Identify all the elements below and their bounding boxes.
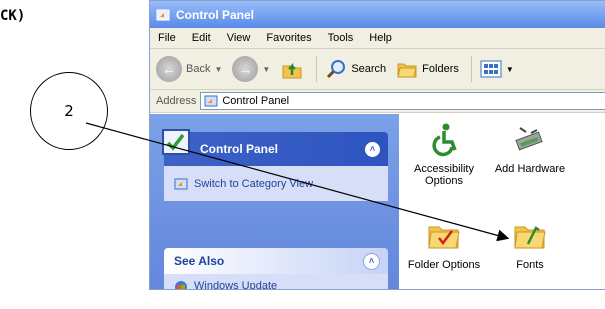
see-also-header[interactable]: See Also ˄ (164, 248, 388, 274)
address-bar: Address Control Panel (150, 90, 605, 113)
chevron-down-icon[interactable]: ▼ (262, 65, 270, 74)
chevron-down-icon[interactable]: ▼ (214, 65, 222, 74)
item-label: Fonts (516, 259, 544, 271)
window-title: Control Panel (176, 7, 255, 22)
windows-update-link[interactable]: Windows Update (164, 274, 388, 290)
toolbar: ← Back ▼ → ▼ Search Folders ▼ (150, 49, 605, 90)
forward-arrow-icon: → (232, 56, 259, 82)
search-button[interactable]: Search (325, 58, 386, 80)
control-panel-icon (156, 9, 170, 20)
menu-file[interactable]: File (150, 32, 184, 44)
task-pane: Control Panel ˄ Switch to Category View … (150, 114, 399, 289)
chevron-down-icon[interactable]: ▼ (506, 65, 514, 74)
windows-update-label: Windows Update (194, 280, 278, 290)
callout-circle: 2 (30, 72, 108, 150)
menu-tools[interactable]: Tools (320, 32, 362, 44)
menu-edit[interactable]: Edit (184, 32, 219, 44)
folder-options-icon (428, 226, 460, 249)
control-panel-box-header[interactable]: Control Panel ˄ (162, 129, 388, 166)
see-also-box: See Also ˄ Windows Update (164, 248, 388, 290)
menu-view[interactable]: View (219, 32, 259, 44)
fonts-folder-icon (514, 226, 546, 249)
menu-bar: File Edit View Favorites Tools Help (150, 28, 605, 49)
search-icon (327, 60, 346, 79)
up-folder-button[interactable] (280, 57, 304, 81)
control-panel-icon (204, 95, 218, 107)
title-bar[interactable]: Control Panel (150, 1, 605, 28)
address-value: Control Panel (222, 95, 290, 107)
toolbar-separator (316, 56, 318, 82)
add-hardware-icon (515, 127, 543, 151)
folders-button[interactable]: Folders (396, 59, 459, 79)
folders-icon (397, 63, 417, 78)
views-grid-icon (480, 60, 502, 78)
callout-number: 2 (64, 102, 74, 120)
toolbar-separator (470, 56, 472, 82)
up-folder-icon (282, 62, 302, 79)
document-text-fragment: CK) (0, 8, 26, 24)
control-panel-icon (174, 178, 188, 189)
menu-help[interactable]: Help (361, 32, 400, 44)
back-arrow-icon: ← (156, 56, 182, 82)
switch-category-view-link[interactable]: Switch to Category View (164, 166, 388, 201)
see-also-title: See Also (174, 254, 225, 268)
windows-update-icon (175, 281, 187, 289)
item-folder-options[interactable]: Folder Options (399, 218, 489, 271)
control-panel-items: Accessibility Options Add Hardware Folde… (399, 114, 605, 289)
item-label: Folder Options (407, 259, 481, 271)
views-button[interactable]: ▼ (480, 59, 514, 79)
item-add-hardware[interactable]: Add Hardware (485, 122, 575, 175)
collapse-chevron-icon[interactable]: ˄ (363, 252, 380, 270)
address-label: Address (156, 95, 197, 107)
item-label: Add Hardware (494, 163, 566, 175)
accessibility-icon (432, 123, 457, 157)
back-button[interactable]: ← Back ▼ (156, 56, 222, 82)
item-label: Accessibility Options (414, 163, 474, 187)
item-accessibility-options[interactable]: Accessibility Options (399, 122, 489, 187)
item-fonts[interactable]: Fonts (485, 218, 575, 271)
explorer-window: Control Panel File Edit View Favorites T… (149, 0, 605, 290)
control-panel-large-icon (162, 129, 190, 155)
switch-category-view-label: Switch to Category View (194, 177, 314, 190)
forward-button[interactable]: → ▼ (232, 56, 270, 82)
collapse-chevron-icon[interactable]: ˄ (365, 141, 380, 157)
control-panel-box-title: Control Panel (200, 142, 279, 156)
content-area: Control Panel ˄ Switch to Category View … (150, 114, 605, 289)
address-field[interactable]: Control Panel (200, 92, 605, 110)
menu-favorites[interactable]: Favorites (258, 32, 319, 44)
control-panel-box: Control Panel ˄ Switch to Category View (162, 129, 388, 201)
